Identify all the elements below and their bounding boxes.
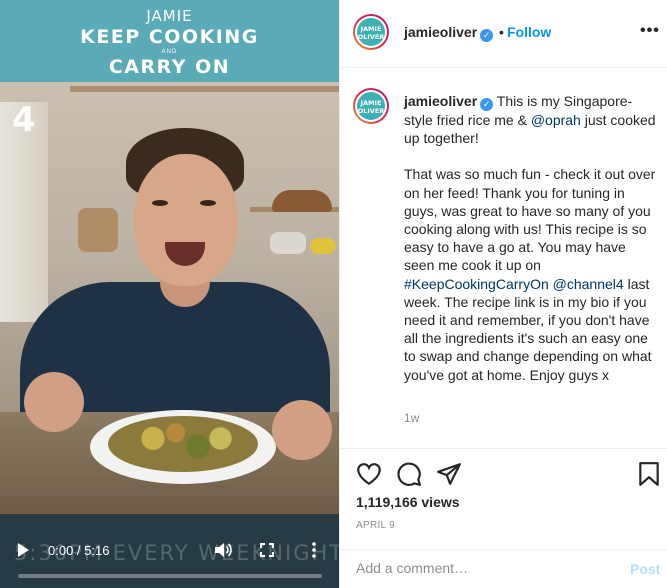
banner-line-4: CARRY ON	[108, 56, 231, 78]
video-controls: 5:30PM EVERY WEEKNIGHT 0:00 / 5:16	[0, 514, 339, 588]
presenter-eye-right	[200, 200, 216, 206]
username-link[interactable]: jamieoliver	[404, 24, 477, 40]
avatar-logo: JAMIE OLIVER	[357, 18, 385, 46]
caption-verified-icon: ✓	[480, 98, 494, 111]
post-caption: JAMIE OLIVER jamieoliver ✓ This is my Sin…	[340, 68, 667, 448]
comment-icon[interactable]	[396, 461, 422, 487]
video-frame: 4	[0, 82, 339, 514]
separator-dot: •	[499, 24, 504, 40]
caption-paragraph-2: That was so much fun - check it out over…	[404, 166, 656, 274]
caption-avatar[interactable]: JAMIE OLIVER	[353, 88, 389, 124]
bookmark-icon[interactable]	[636, 461, 662, 487]
comment-bar: Post	[340, 549, 667, 588]
fullscreen-icon[interactable]	[260, 543, 274, 557]
background-bowl	[270, 232, 306, 254]
background-bread	[272, 190, 332, 212]
presenter-hand-right	[272, 400, 332, 460]
heart-icon[interactable]	[356, 461, 382, 487]
more-options-icon[interactable]: •••	[640, 22, 660, 40]
view-count[interactable]: 1,119,166 views	[356, 494, 460, 510]
presenter-hand-left	[24, 372, 84, 432]
share-icon[interactable]	[436, 461, 462, 487]
video-player[interactable]: JAMIE KEEP COOKING AND CARRY ON 4 5:30PM…	[0, 0, 339, 588]
header-username-row: jamieoliver ✓	[404, 24, 494, 42]
banner-line-3: AND	[161, 49, 178, 55]
comment-input[interactable]	[356, 560, 606, 576]
post-date[interactable]: APRIL 9	[356, 520, 395, 531]
background-shelf	[70, 86, 339, 92]
banner-line-2: KEEP COOKING	[80, 26, 259, 48]
post-actions: 1,119,166 views APRIL 9 Post	[340, 448, 667, 588]
caption-username-link[interactable]: jamieoliver	[404, 93, 477, 109]
more-vertical-icon[interactable]	[312, 542, 316, 558]
hashtag-keepcookingcarryon[interactable]: #KeepCookingCarryOn	[404, 276, 549, 292]
background-jar	[78, 208, 118, 252]
presenter-eye-left	[152, 200, 168, 206]
volume-icon[interactable]	[214, 542, 232, 558]
verified-icon: ✓	[480, 29, 494, 42]
post-sidebar: JAMIE OLIVER jamieoliver ✓ • Follow ••• J…	[339, 0, 667, 588]
avatar[interactable]: JAMIE OLIVER	[353, 14, 389, 50]
play-icon[interactable]	[18, 543, 29, 557]
mention-channel4[interactable]: @channel4	[553, 276, 624, 292]
post-comment-button[interactable]: Post	[630, 561, 660, 577]
channel4-logo: 4	[12, 100, 36, 140]
banner-line-1: JAMIE	[146, 7, 193, 25]
background-lemons	[310, 238, 336, 254]
video-progress-bar[interactable]	[18, 574, 322, 578]
caption-avatar-logo: JAMIE OLIVER	[357, 92, 385, 120]
presenter-face	[134, 154, 238, 286]
post-header: JAMIE OLIVER jamieoliver ✓ • Follow •••	[340, 0, 667, 68]
caption-text: jamieoliver ✓ This is my Singapore-style …	[404, 92, 656, 384]
video-time: 0:00 / 5:16	[48, 543, 110, 558]
mention-oprah[interactable]: @oprah	[531, 112, 581, 128]
fried-rice	[108, 416, 258, 472]
follow-button[interactable]: Follow	[507, 24, 551, 40]
show-title-banner: JAMIE KEEP COOKING AND CARRY ON	[0, 0, 339, 82]
caption-timestamp[interactable]: 1w	[404, 411, 419, 425]
